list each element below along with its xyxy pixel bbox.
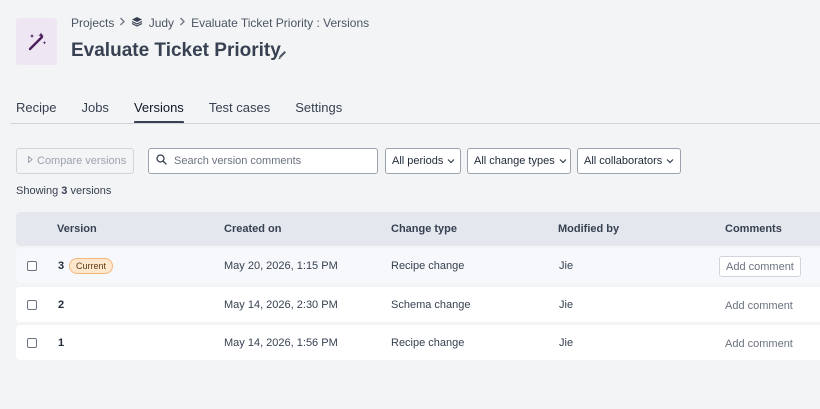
version-number: 3 <box>58 260 65 272</box>
tab-recipe[interactable]: Recipe <box>16 98 56 124</box>
version-count-summary: Showing 3 versions <box>16 185 111 197</box>
change-type-filter-label: All change types <box>474 155 555 167</box>
column-header-version: Version <box>57 223 97 235</box>
modified-by: Jie <box>559 337 574 349</box>
created-on: May 14, 2026, 1:56 PM <box>224 337 338 349</box>
change-type: Schema change <box>391 299 471 311</box>
tab-jobs[interactable]: Jobs <box>81 98 108 124</box>
chevron-down-icon <box>559 155 567 167</box>
created-on: May 20, 2026, 1:15 PM <box>224 260 338 272</box>
collaborator-filter-dropdown[interactable]: All collaborators <box>577 148 681 174</box>
tab-bar: Recipe Jobs Versions Test cases Settings <box>16 98 367 125</box>
chevron-right-icon <box>179 17 186 29</box>
change-type-filter-dropdown[interactable]: All change types <box>467 148 571 174</box>
column-header-modified-by: Modified by <box>558 223 620 235</box>
chevron-right-icon <box>119 17 126 29</box>
table-row[interactable]: 3 Current May 20, 2026, 1:15 PM Recipe c… <box>16 248 820 283</box>
change-type: Recipe change <box>391 337 465 349</box>
row-checkbox[interactable] <box>27 338 37 348</box>
row-checkbox[interactable] <box>27 261 37 271</box>
modified-by: Jie <box>559 260 574 272</box>
tab-test-cases[interactable]: Test cases <box>209 98 270 124</box>
tab-versions[interactable]: Versions <box>133 98 184 124</box>
recipe-logo <box>16 18 57 65</box>
row-checkbox[interactable] <box>27 300 37 310</box>
change-type: Recipe change <box>391 260 465 272</box>
current-badge: Current <box>69 258 114 274</box>
breadcrumb: Projects Judy Evaluate Ticket Priority :… <box>71 16 369 30</box>
modified-by: Jie <box>559 299 574 311</box>
magic-wand-icon <box>28 32 46 50</box>
table-row[interactable]: 2 May 14, 2026, 2:30 PM Schema change Ji… <box>16 287 820 322</box>
summary-prefix: Showing <box>16 185 59 197</box>
search-icon <box>156 152 167 170</box>
compare-icon <box>27 155 34 167</box>
created-on: May 14, 2026, 2:30 PM <box>224 299 338 311</box>
breadcrumb-projects[interactable]: Projects <box>71 16 114 30</box>
tabs-divider <box>10 123 820 124</box>
add-comment-button[interactable]: Add comment <box>719 333 799 354</box>
compare-versions-label: Compare versions <box>37 155 127 167</box>
column-header-created-on: Created on <box>224 223 282 235</box>
version-number: 1 <box>58 337 65 349</box>
pencil-icon[interactable] <box>277 47 288 65</box>
version-number: 2 <box>58 299 65 311</box>
summary-suffix: versions <box>70 185 112 197</box>
page-header: Projects Judy Evaluate Ticket Priority :… <box>0 0 820 124</box>
page-title: Evaluate Ticket Priority <box>71 40 281 61</box>
period-filter-dropdown[interactable]: All periods <box>385 148 461 174</box>
breadcrumb-current: Evaluate Ticket Priority : Versions <box>191 16 370 30</box>
chevron-down-icon <box>447 155 455 167</box>
stack-icon <box>131 16 143 27</box>
add-comment-button[interactable]: Add comment <box>719 295 799 316</box>
chevron-down-icon <box>666 155 674 167</box>
column-header-comments: Comments <box>725 223 782 235</box>
collaborator-filter-label: All collaborators <box>584 155 663 167</box>
table-row[interactable]: 1 May 14, 2026, 1:56 PM Recipe change Ji… <box>16 325 820 360</box>
column-header-change-type: Change type <box>391 223 458 235</box>
tab-settings[interactable]: Settings <box>295 98 342 124</box>
table-header: Version Created on Change type Modified … <box>16 212 820 246</box>
breadcrumb-project[interactable]: Judy <box>131 16 174 30</box>
compare-versions-button[interactable]: Compare versions <box>16 148 134 174</box>
search-field[interactable] <box>148 148 378 174</box>
breadcrumb-project-label: Judy <box>148 16 175 30</box>
search-input[interactable] <box>174 155 369 167</box>
summary-count: 3 <box>61 185 68 197</box>
add-comment-button[interactable]: Add comment <box>719 256 801 277</box>
period-filter-label: All periods <box>392 155 444 167</box>
